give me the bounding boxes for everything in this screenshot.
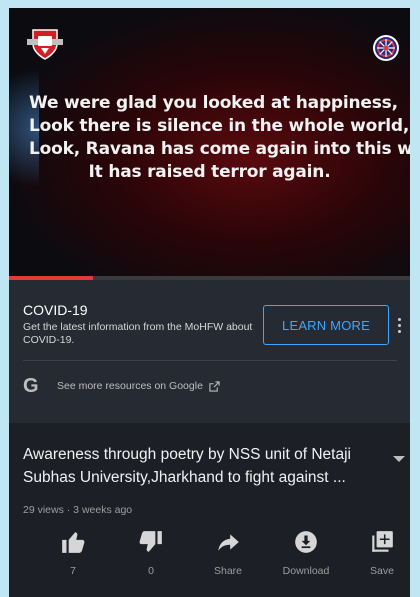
download-icon [295,531,317,553]
video-player[interactable]: We were glad you looked at happiness, Lo… [9,8,410,280]
save-label: Save [370,565,394,577]
video-title-line: Subhas University,Jharkhand to fight aga… [23,469,346,486]
download-button[interactable]: Download [276,529,336,577]
dislike-button[interactable]: 0 [121,529,181,577]
divider [23,360,397,361]
video-info-section: Awareness through poetry by NSS unit of … [9,423,410,597]
quote-line: It has raised terror again. [88,162,331,182]
action-bar: 7 0 Share Download Save [9,529,410,593]
save-icon [372,531,393,552]
like-button[interactable]: 7 [43,529,103,577]
external-link-icon [209,380,220,392]
covid-title: COVID-19 [23,302,88,318]
thumbs-up-icon [62,532,85,553]
dislike-count: 0 [148,565,154,577]
download-label: Download [282,565,330,577]
nss-wheel-logo-icon [373,35,399,61]
quote-line: We were glad you looked at happiness, [29,93,398,113]
video-meta: 29 views · 3 weeks ago [23,504,133,516]
nss-shield-logo-icon [27,29,63,60]
quote-line: Look there is silence in the whole world… [29,116,410,136]
quote-line: Look, Ravana has come again into this wo… [29,139,410,159]
app-frame: We were glad you looked at happiness, Lo… [9,8,410,597]
video-title-line: Awareness through poetry by NSS unit of … [23,446,351,463]
google-link-label: See more resources on Google [57,380,203,392]
learn-more-button[interactable]: LEARN MORE [263,305,389,345]
share-icon [218,534,239,551]
video-title[interactable]: Awareness through poetry by NSS unit of … [23,443,373,489]
like-count: 7 [70,565,76,577]
google-icon: G [23,375,39,397]
more-options-icon[interactable] [398,318,402,336]
video-quote-text: We were glad you looked at happiness, Lo… [29,92,410,184]
thumbs-down-icon [139,531,162,552]
expand-description-icon[interactable] [393,456,405,462]
google-resources-link[interactable]: G See more resources on Google [23,375,220,397]
share-button[interactable]: Share [198,529,258,577]
save-button[interactable]: Save [352,529,410,577]
covid-description: Get the latest information from the MoHF… [23,321,253,346]
covid-info-panel: COVID-19 Get the latest information from… [9,280,410,423]
share-label: Share [213,565,243,577]
